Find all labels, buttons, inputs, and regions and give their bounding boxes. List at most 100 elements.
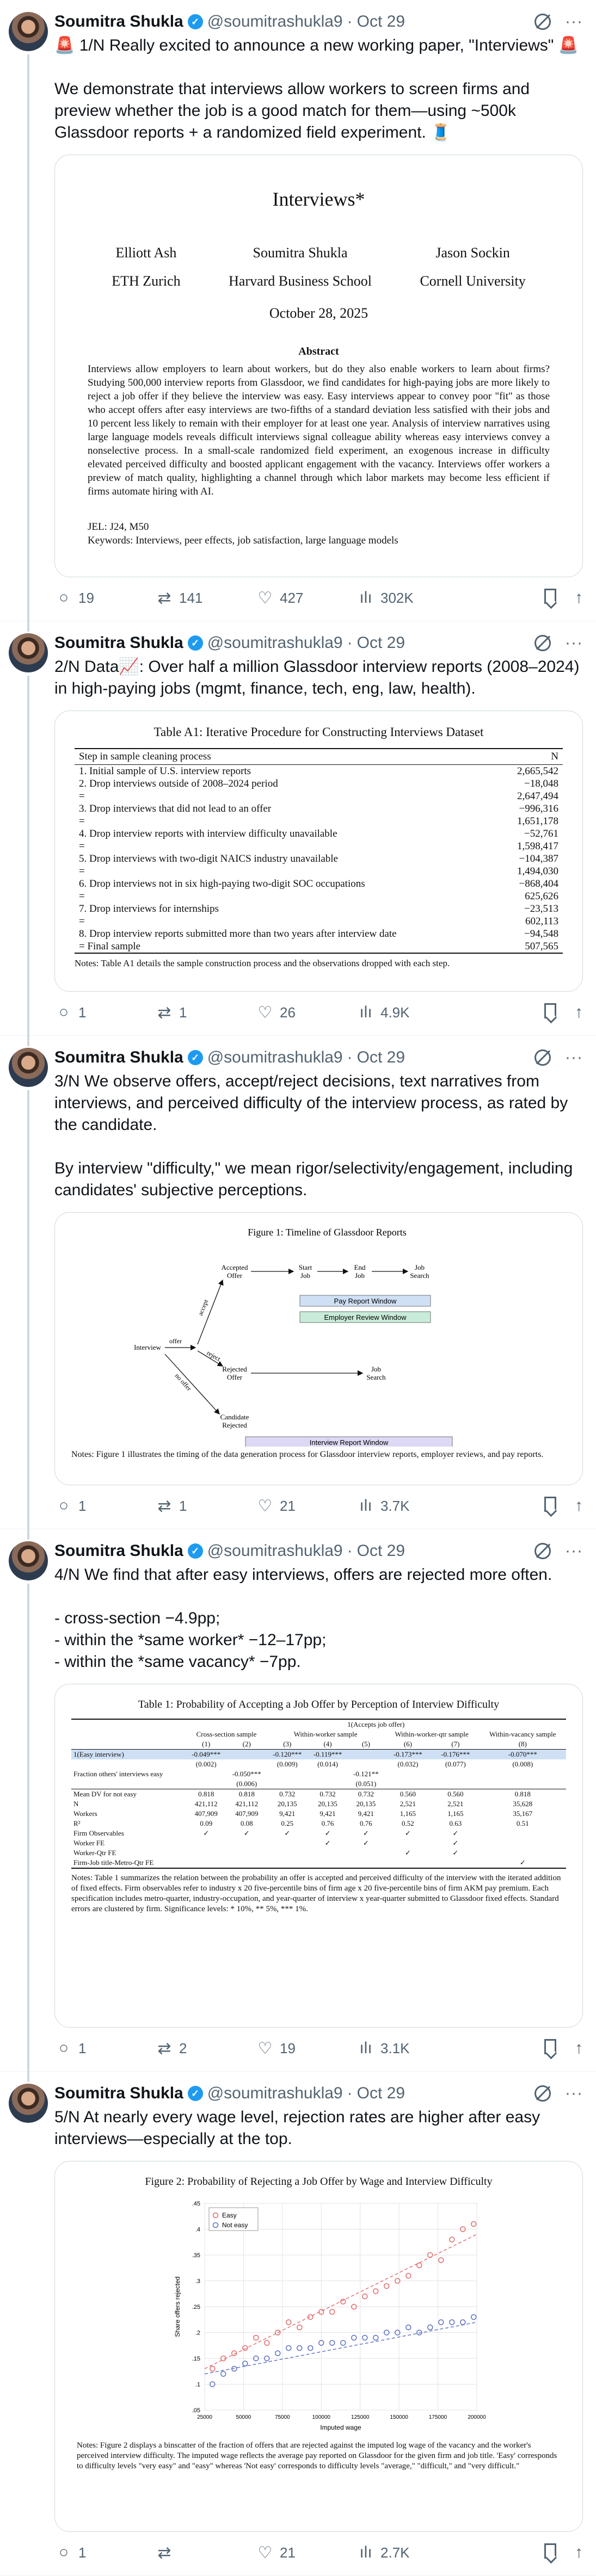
author-name[interactable]: Soumitra Shukla — [54, 1048, 183, 1067]
coefficient-cell: ✓ — [479, 1858, 566, 1869]
grok-icon[interactable] — [534, 1543, 551, 1559]
tweet[interactable]: Soumitra Shukla ✓ @soumitrashukla9 · Oct… — [0, 621, 596, 1046]
more-icon[interactable]: ··· — [565, 2085, 583, 2102]
views-button[interactable]: ılı 2.7K — [357, 2543, 457, 2562]
coefficient-cell: ✓ — [452, 1849, 459, 1857]
share-icon[interactable]: ↑ — [575, 2039, 583, 2058]
tweet[interactable]: Soumitra Shukla ✓ @soumitrashukla9 · Oct… — [0, 1036, 596, 1540]
like-button[interactable]: ♡ 21 — [256, 2543, 357, 2562]
avatar[interactable] — [9, 12, 48, 51]
timestamp[interactable]: Oct 29 — [357, 2084, 405, 2103]
table-row: 5. Drop interviews with two-digit NAICS … — [75, 853, 563, 865]
more-icon[interactable]: ··· — [565, 1049, 583, 1066]
share-icon[interactable]: ↑ — [575, 1003, 583, 1022]
grok-icon[interactable] — [534, 2085, 551, 2102]
grok-icon[interactable] — [534, 14, 551, 30]
grok-icon[interactable] — [534, 635, 551, 651]
avatar[interactable] — [9, 1541, 48, 1580]
more-icon[interactable]: ··· — [565, 635, 583, 651]
reply-button[interactable]: ○ 1 — [54, 1003, 155, 1022]
timestamp[interactable]: Oct 29 — [357, 1542, 405, 1560]
tweet-actions: ○ 19 ⇄ 141 ♡ 427 ılı 302K ↑ — [54, 587, 583, 609]
repost-count: 1 — [179, 1004, 187, 1021]
table-row: 7. Drop interviews for internships −23,51… — [75, 903, 563, 915]
repost-button[interactable]: ⇄ 1 — [155, 1497, 256, 1516]
views-button[interactable]: ılı 302K — [357, 589, 457, 607]
coefficient-cell: ✓ — [203, 1829, 210, 1837]
share-icon[interactable]: ↑ — [575, 2543, 583, 2562]
reply-button[interactable]: ○ 1 — [54, 2039, 155, 2058]
coefficient-cell: (0.077) — [445, 1760, 466, 1768]
tweet-actions: ○ 1 ⇄ 1 ♡ 21 ılı 3.7K ↑ — [54, 1495, 583, 1517]
coefficient-cell — [226, 1858, 267, 1869]
author-name[interactable]: Soumitra Shukla — [54, 1542, 183, 1560]
repost-button[interactable]: ⇄ 2 — [155, 2039, 256, 2058]
timestamp[interactable]: Oct 29 — [357, 13, 405, 31]
y-tick-label: .15 — [192, 2356, 200, 2362]
avatar[interactable] — [9, 2084, 48, 2123]
like-button[interactable]: ♡ 427 — [256, 589, 357, 608]
reply-button[interactable]: ○ 1 — [54, 1497, 155, 1515]
repost-button[interactable]: ⇄ — [155, 2543, 256, 2562]
coefficient-cell: 0.63 — [449, 1819, 462, 1827]
coefficient-cell — [348, 1848, 384, 1858]
author-handle[interactable]: @soumitrashukla9 — [207, 1542, 343, 1560]
timestamp[interactable]: Oct 29 — [357, 634, 405, 652]
views-button[interactable]: ılı 3.7K — [357, 1497, 457, 1515]
tweet-media[interactable]: Interviews* Elliott Ash ETH Zurich Soumitra… — [54, 155, 583, 577]
repost-button[interactable]: ⇄ 1 — [155, 1003, 256, 1022]
bookmark-icon[interactable] — [544, 1003, 556, 1018]
author-handle[interactable]: @soumitrashukla9 — [207, 2084, 343, 2103]
y-tick-label: .4 — [195, 2227, 200, 2233]
coefficient-cell — [308, 1779, 348, 1789]
timestamp[interactable]: Oct 29 — [357, 1048, 405, 1067]
repost-button[interactable]: ⇄ 141 — [155, 589, 256, 608]
author-name[interactable]: Soumitra Shukla — [54, 13, 183, 31]
reply-button[interactable]: ○ 1 — [54, 2543, 155, 2562]
share-icon[interactable]: ↑ — [575, 589, 583, 607]
avatar[interactable] — [9, 633, 48, 672]
like-count: 427 — [280, 589, 304, 606]
table-row: 8. Drop interview reports submitted more… — [75, 928, 563, 940]
share-icon[interactable]: ↑ — [575, 1497, 583, 1515]
more-icon[interactable]: ··· — [565, 1543, 583, 1559]
author-handle[interactable]: @soumitrashukla9 — [207, 634, 343, 652]
coefficient-cell: ✓ — [404, 1829, 411, 1837]
tweet[interactable]: Soumitra Shukla ✓ @soumitrashukla9 · Oct… — [0, 2072, 596, 2576]
table-caption: Table 1: Probability of Accepting a Job … — [138, 1698, 500, 1710]
author-name[interactable]: Soumitra Shukla — [54, 2084, 183, 2103]
reply-button[interactable]: ○ 19 — [54, 589, 155, 607]
author-name[interactable]: Soumitra Shukla — [54, 634, 183, 652]
tweet-text: 5/N At nearly every wage level, rejectio… — [54, 2108, 545, 2148]
views-button[interactable]: ılı 3.1K — [357, 2039, 457, 2058]
tweet-media[interactable]: Table A1: Iterative Procedure for Constr… — [54, 711, 583, 992]
coefficient-cell: 407,909 — [194, 1809, 218, 1818]
reply-icon: ○ — [58, 589, 69, 607]
bookmark-icon[interactable] — [544, 2543, 556, 2559]
grok-icon[interactable] — [534, 1049, 551, 1066]
like-button[interactable]: ♡ 26 — [256, 1003, 357, 1022]
views-button[interactable]: ılı 4.9K — [357, 1003, 457, 1022]
tweet-media[interactable]: Figure 1: Timeline of Glassdoor Reports I… — [54, 1212, 583, 1485]
more-icon[interactable]: ··· — [565, 14, 583, 30]
coefficient-cell: 9,421 — [279, 1809, 296, 1818]
coefficient-cell: 0.732 — [308, 1789, 348, 1799]
bookmark-icon[interactable] — [544, 589, 556, 604]
tweet-media[interactable]: Table 1: Probability of Accepting a Job … — [54, 1684, 583, 2028]
verified-badge-icon: ✓ — [187, 14, 203, 29]
like-button[interactable]: ♡ 21 — [256, 1497, 357, 1516]
like-button[interactable]: ♡ 19 — [256, 2039, 357, 2058]
author-handle[interactable]: @soumitrashukla9 — [207, 1048, 343, 1067]
coefficient-cell: (0.032) — [397, 1760, 419, 1768]
step-cell: = — [79, 816, 85, 827]
avatar[interactable] — [9, 1048, 48, 1087]
verified-badge-icon: ✓ — [187, 1543, 203, 1559]
tweet[interactable]: Soumitra Shukla ✓ @soumitrashukla9 · Oct… — [0, 1529, 596, 2082]
tweet-media[interactable]: Figure 2: Probability of Rejecting a Job… — [54, 2161, 583, 2532]
bookmark-icon[interactable] — [544, 2039, 556, 2054]
coefficient-cell — [226, 1749, 267, 1759]
bookmark-icon[interactable] — [544, 1497, 556, 1512]
author-handle[interactable]: @soumitrashukla9 — [207, 13, 343, 31]
tweet[interactable]: Soumitra Shukla ✓ @soumitrashukla9 · Oct… — [0, 0, 596, 632]
table-row: 6. Drop interviews not in six high-payin… — [75, 878, 563, 890]
